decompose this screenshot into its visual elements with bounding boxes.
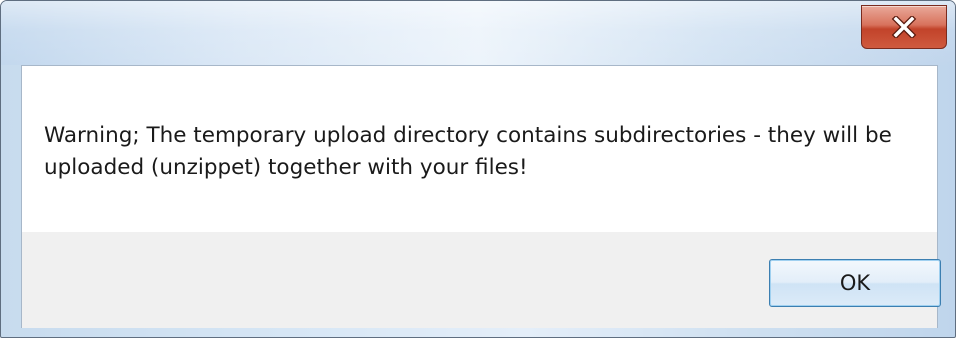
message-area: Warning; The temporary upload directory … xyxy=(22,66,937,232)
close-button[interactable] xyxy=(861,5,947,49)
ok-button[interactable]: OK xyxy=(769,259,941,307)
warning-dialog: Warning; The temporary upload directory … xyxy=(0,0,956,338)
button-bar: OK xyxy=(22,232,941,328)
title-bar[interactable] xyxy=(1,1,955,65)
close-x-icon xyxy=(891,16,917,38)
warning-message: Warning; The temporary upload directory … xyxy=(44,123,892,180)
dialog-content: Warning; The temporary upload directory … xyxy=(21,65,941,328)
